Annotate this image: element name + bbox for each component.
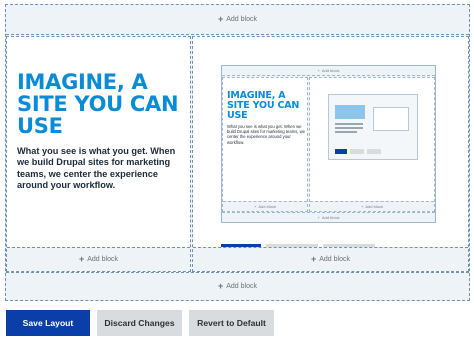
plus-icon: +	[317, 215, 320, 220]
preview-add-block-left: + Add block	[223, 201, 307, 211]
discard-changes-button[interactable]: Discard Changes	[97, 310, 182, 336]
thumbnail-text-line	[335, 123, 363, 125]
plus-icon: +	[310, 254, 317, 264]
thumbnail-text-line	[335, 131, 357, 133]
thumbnail-revert-button	[367, 149, 381, 154]
nested-preview-thumbnail	[328, 94, 418, 160]
preview-add-block-top: + Add block	[222, 66, 435, 76]
thumbnail-inner-preview	[373, 107, 409, 131]
save-layout-button[interactable]: Save Layout	[6, 310, 90, 336]
thumbnail-text-line	[335, 127, 363, 129]
thumbnail-save-button	[335, 149, 347, 154]
plus-icon: +	[317, 68, 320, 73]
preview-add-block-right: + Add block	[310, 201, 434, 211]
preview-headline: IMAGINE, A SITE YOU CAN USE	[227, 90, 300, 121]
preview-add-block-bottom: + Add block	[222, 212, 435, 222]
add-block-label: Add block	[319, 256, 350, 263]
add-block-bottom[interactable]: + Add block	[6, 272, 469, 300]
add-block-label: Add block	[87, 256, 118, 263]
preview-right-region: + Add block	[309, 77, 435, 212]
thumbnail-headline-shape	[335, 105, 365, 119]
thumbnail-discard-button	[350, 149, 364, 154]
right-region: + Add block IMAGINE, A SITE YOU CAN USE …	[192, 36, 469, 272]
preview-screenshot: + Add block IMAGINE, A SITE YOU CAN USE …	[221, 65, 436, 223]
hero-headline: IMAGINE, A SITE YOU CAN USE	[17, 70, 179, 138]
plus-icon: +	[217, 14, 224, 24]
plus-icon: +	[361, 204, 364, 209]
add-block-label: Add block	[226, 16, 257, 23]
add-block-top[interactable]: + Add block	[6, 5, 469, 35]
left-region: IMAGINE, A SITE YOU CAN USE What you see…	[6, 36, 191, 272]
add-block-right[interactable]: + Add block	[193, 247, 468, 271]
preview-add-block-label: Add block	[365, 204, 383, 209]
add-block-label: Add block	[226, 283, 257, 290]
preview-body-text: What you see is what you get. When we bu…	[227, 124, 305, 145]
preview-left-region: IMAGINE, A SITE YOU CAN USE What you see…	[222, 77, 308, 212]
preview-add-block-label: Add block	[258, 204, 276, 209]
plus-icon: +	[217, 281, 224, 291]
add-block-left[interactable]: + Add block	[7, 247, 190, 271]
preview-add-block-label: Add block	[321, 215, 340, 220]
preview-add-block-label: Add block	[321, 68, 340, 73]
plus-icon: +	[254, 204, 257, 209]
revert-to-default-button[interactable]: Revert to Default	[189, 310, 274, 336]
hero-body-text: What you see is what you get. When we bu…	[17, 146, 176, 190]
plus-icon: +	[78, 254, 85, 264]
